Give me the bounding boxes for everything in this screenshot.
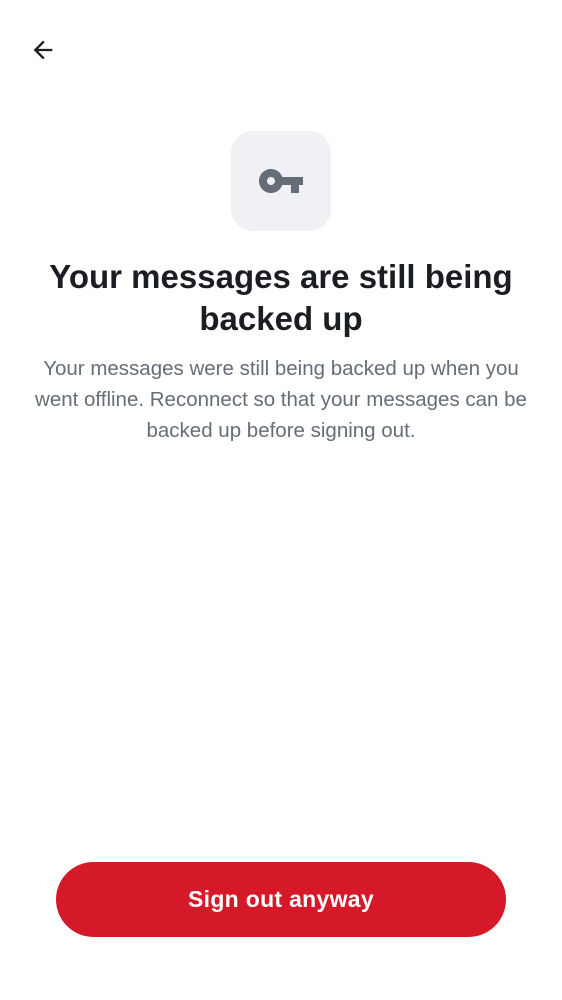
sign-out-anyway-button[interactable]: Sign out anyway — [56, 862, 506, 937]
arrow-left-icon — [33, 40, 53, 60]
key-icon — [259, 169, 303, 193]
page-title: Your messages are still being backed up — [49, 258, 513, 337]
key-illustration — [231, 131, 331, 231]
page-description: Your messages were still being backed up… — [35, 357, 527, 442]
backup-warning-screen: Your messages are still being backed up … — [0, 0, 562, 1000]
back-button[interactable] — [18, 25, 68, 75]
